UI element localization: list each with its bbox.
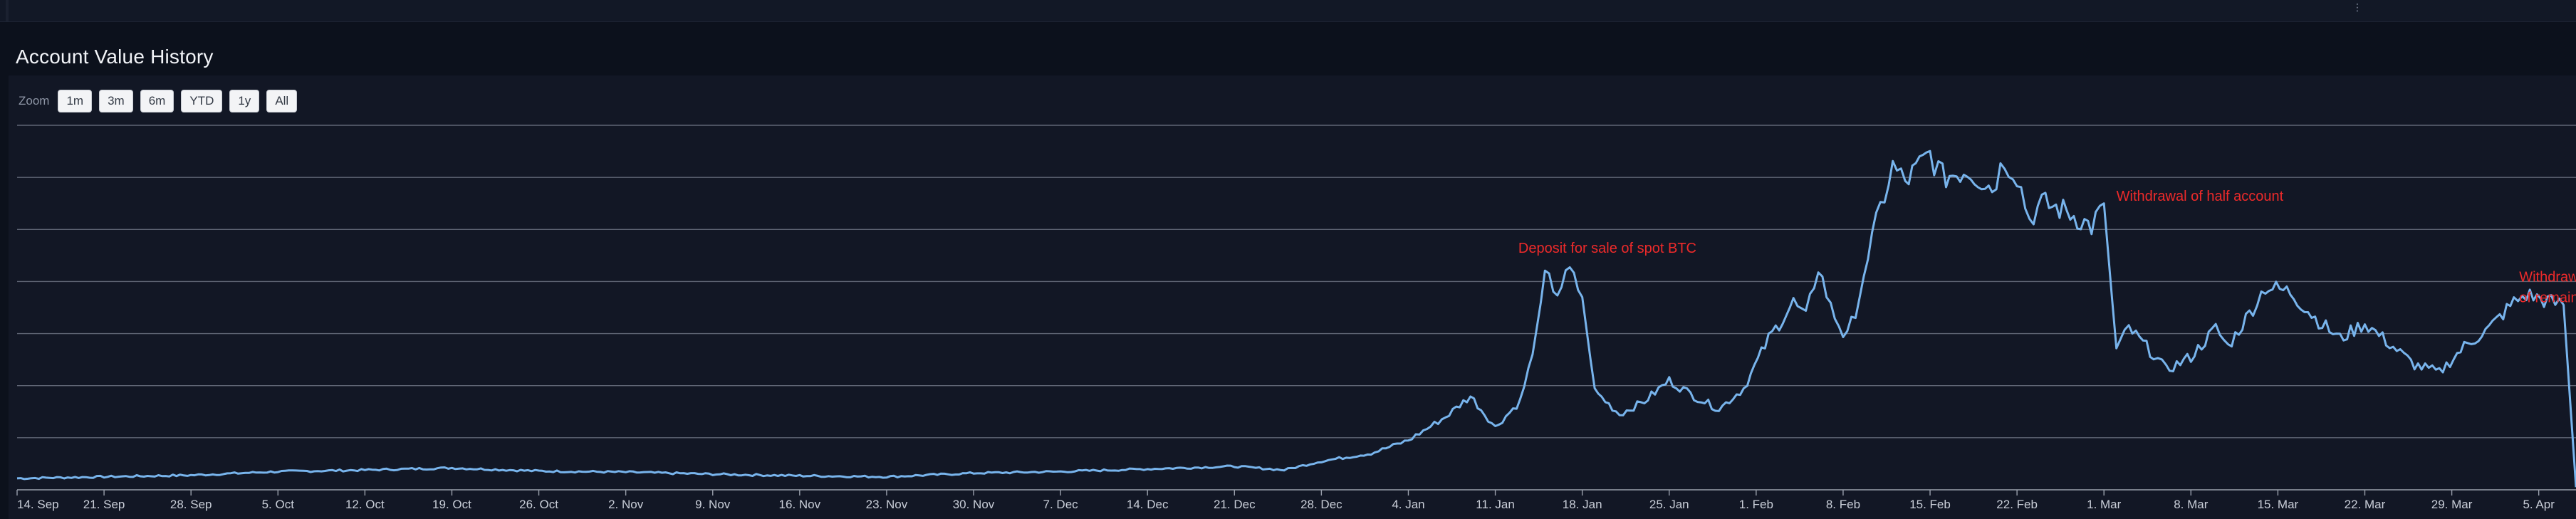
x-tick-label: 5. Oct bbox=[262, 498, 295, 511]
x-tick-label: 16. Nov bbox=[779, 498, 821, 511]
x-tick-label: 30. Nov bbox=[953, 498, 995, 511]
annotations: Deposit for sale of spot BTC Withdrawal o… bbox=[1518, 189, 2576, 306]
x-tick-label: 28. Sep bbox=[170, 498, 212, 511]
x-tick-label: 12. Oct bbox=[345, 498, 385, 511]
annotation-label: Deposit for sale of spot BTC bbox=[1518, 241, 1696, 256]
x-tick-label: 15. Feb bbox=[1909, 498, 1951, 511]
x-tick-label: 23. Nov bbox=[866, 498, 908, 511]
x-tick-label: 25. Jan bbox=[1649, 498, 1689, 511]
x-tick-label: 4. Jan bbox=[1392, 498, 1424, 511]
x-tick-label: 1. Feb bbox=[1739, 498, 1773, 511]
x-axis: 14. Sep 21. Sep 28. Sep 5. Oct 12. Oct 19. Oc… bbox=[16, 489, 2576, 511]
x-tick-label: 22. Feb bbox=[1996, 498, 2038, 511]
x-tick-label: 8. Mar bbox=[2174, 498, 2209, 511]
x-tick-label: 22. Mar bbox=[2345, 498, 2386, 511]
grid-lines bbox=[17, 125, 2576, 439]
account-value-chart[interactable]: 14. Sep 21. Sep 28. Sep 5. Oct 12. Oct 19. Oc… bbox=[0, 0, 2576, 519]
x-tick-label: 21. Sep bbox=[83, 498, 125, 511]
x-tick-label: 8. Feb bbox=[1826, 498, 1860, 511]
x-tick-label: 19. Oct bbox=[432, 498, 471, 511]
x-tick-label: 21. Dec bbox=[1214, 498, 1256, 511]
x-tick-label: 18. Jan bbox=[1563, 498, 1602, 511]
x-tick-label: 14. Dec bbox=[1127, 498, 1169, 511]
x-tick-label: 26. Oct bbox=[519, 498, 558, 511]
x-tick-label: 28. Dec bbox=[1300, 498, 1342, 511]
annotation-label: Withdrawal of half account bbox=[2117, 189, 2284, 204]
annotation-label: Withdrawal bbox=[2519, 269, 2576, 285]
x-tick-label: 14. Sep bbox=[17, 498, 59, 511]
annotation-label: of remainder bbox=[2519, 290, 2576, 306]
x-tick-label: 15. Mar bbox=[2258, 498, 2299, 511]
x-tick-label: 7. Dec bbox=[1043, 498, 1079, 511]
x-tick-label: 9. Nov bbox=[695, 498, 731, 511]
x-tick-label: 11. Jan bbox=[1476, 498, 1515, 511]
x-tick-label: 29. Mar bbox=[2431, 498, 2473, 511]
x-tick-label: 2. Nov bbox=[608, 498, 644, 511]
x-tick-label: 5. Apr bbox=[2523, 498, 2555, 511]
x-tick-label: 1. Mar bbox=[2087, 498, 2122, 511]
